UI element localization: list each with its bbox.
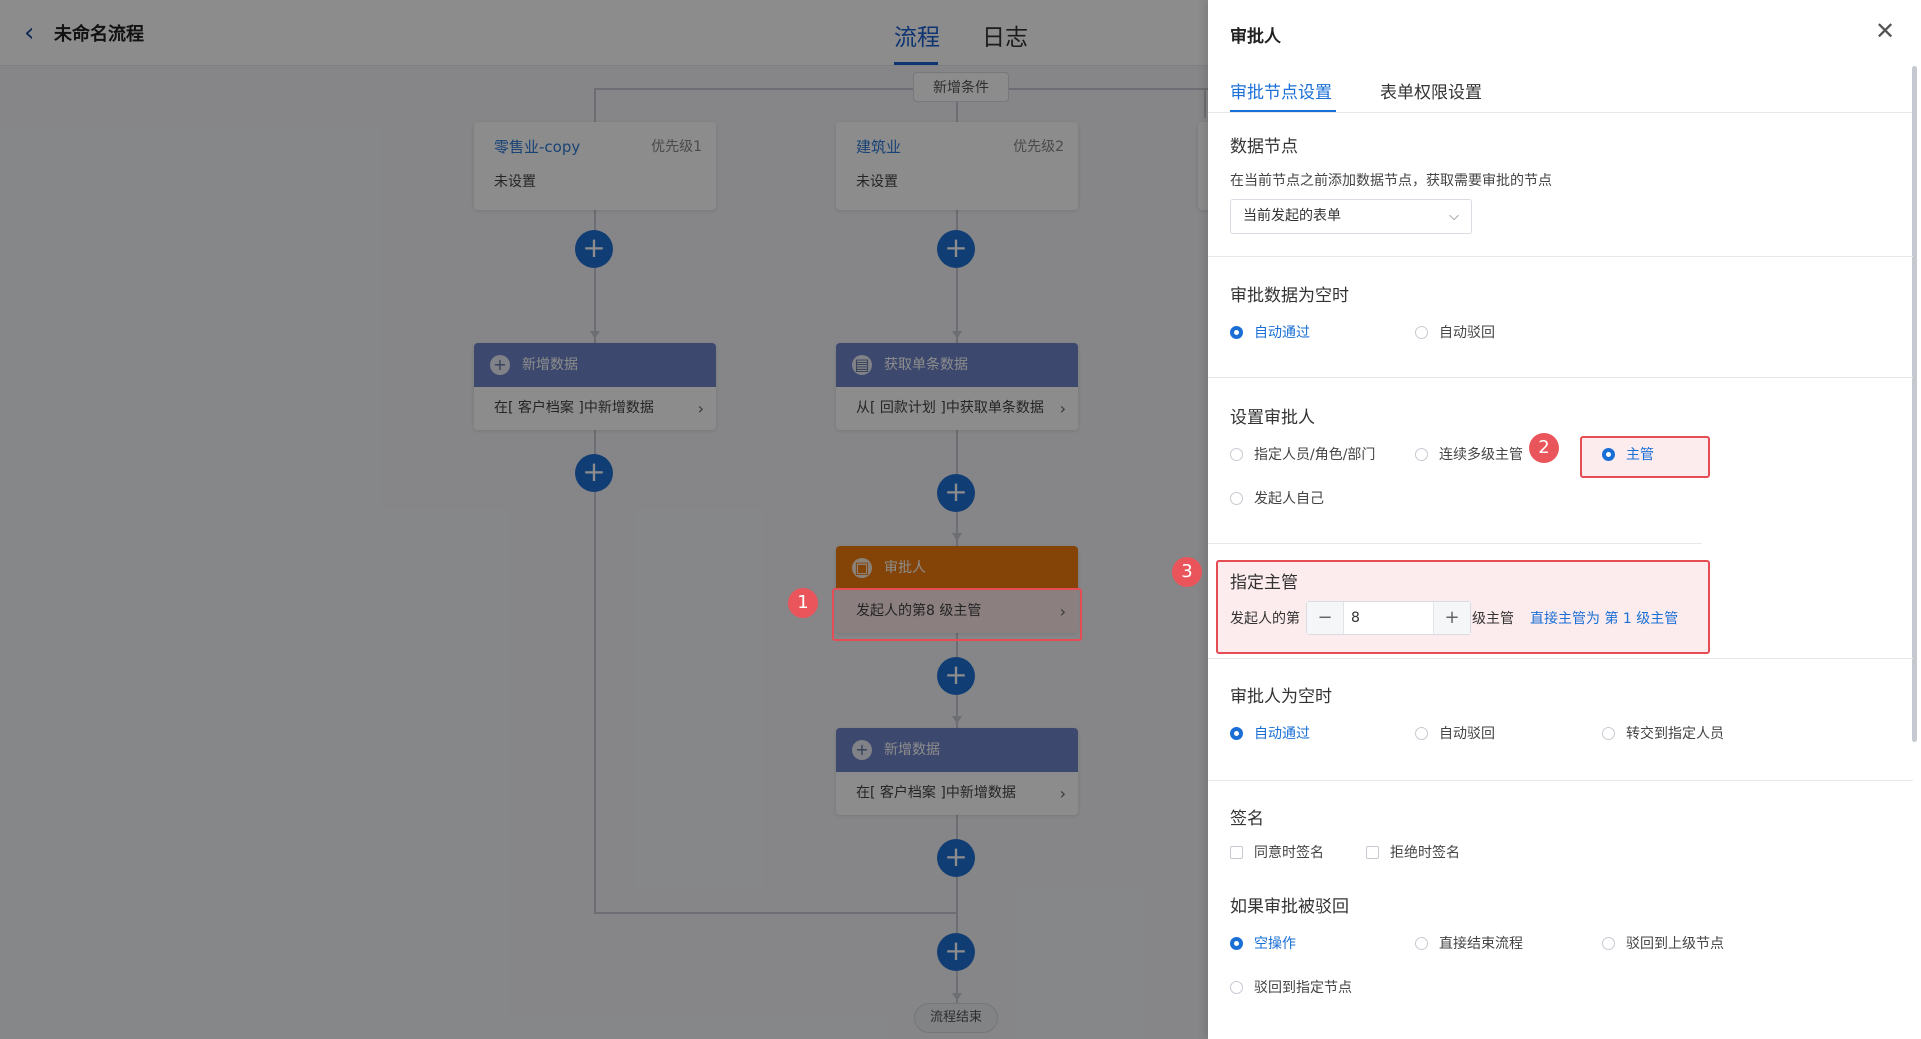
radio-multi-level-supervisors[interactable]: 连续多级主管 (1415, 445, 1523, 465)
chevron-down-icon: ⌵ (1449, 209, 1459, 224)
stepper-value[interactable]: 8 (1351, 602, 1360, 634)
divider (1208, 780, 1913, 781)
modal-overlay[interactable] (0, 0, 1208, 1039)
data-node-select[interactable]: 当前发起的表单 ⌵ (1230, 199, 1472, 234)
scrollbar[interactable] (1912, 66, 1917, 742)
section-desc: 在当前节点之前添加数据节点，获取需要审批的节点 (1230, 173, 1552, 189)
highlight-box (832, 588, 1082, 641)
radio-auto-reject[interactable]: 自动驳回 (1415, 724, 1495, 744)
close-icon[interactable]: ✕ (1872, 18, 1898, 44)
drawer-title: 审批人 (1230, 27, 1281, 47)
radio-initiator-self[interactable]: 发起人自己 (1230, 489, 1324, 509)
annotation-badge: 1 (788, 588, 818, 618)
divider (1208, 112, 1913, 113)
radio-supervisor[interactable]: 主管 (1602, 445, 1654, 465)
supervisor-suffix: 级主管 (1472, 611, 1514, 627)
increment-button[interactable]: + (1433, 602, 1470, 634)
decrement-button[interactable]: − (1307, 602, 1344, 634)
supervisor-prefix: 发起人的第 (1230, 611, 1300, 627)
section-title: 如果审批被驳回 (1230, 897, 1349, 917)
radio-transfer-to-member[interactable]: 转交到指定人员 (1602, 724, 1724, 744)
divider (1208, 543, 1702, 544)
checkbox-sign-on-reject[interactable]: 拒绝时签名 (1366, 843, 1460, 863)
annotation-badge: 3 (1172, 557, 1202, 587)
section-title: 数据节点 (1230, 137, 1298, 157)
divider (1208, 377, 1913, 378)
radio-end-flow[interactable]: 直接结束流程 (1415, 934, 1523, 954)
section-title: 审批数据为空时 (1230, 286, 1349, 306)
section-title: 签名 (1230, 809, 1264, 829)
divider (1208, 658, 1913, 659)
radio-auto-pass[interactable]: 自动通过 (1230, 323, 1310, 343)
checkbox-sign-on-approve[interactable]: 同意时签名 (1230, 843, 1324, 863)
section-title: 审批人为空时 (1230, 687, 1332, 707)
supervisor-hint: 直接主管为 第 1 级主管 (1530, 611, 1679, 627)
radio-no-op[interactable]: 空操作 (1230, 934, 1296, 954)
section-title: 指定主管 (1230, 573, 1298, 593)
radio-auto-reject[interactable]: 自动驳回 (1415, 323, 1495, 343)
tab-approval-settings[interactable]: 审批节点设置 (1230, 78, 1332, 103)
select-value: 当前发起的表单 (1243, 208, 1341, 224)
radio-reject-to-previous[interactable]: 驳回到上级节点 (1602, 934, 1724, 954)
annotation-badge: 2 (1529, 433, 1559, 463)
level-stepper[interactable]: − 8 + (1306, 601, 1471, 635)
radio-reject-to-specified[interactable]: 驳回到指定节点 (1230, 978, 1352, 998)
radio-auto-pass[interactable]: 自动通过 (1230, 724, 1310, 744)
tab-form-permissions[interactable]: 表单权限设置 (1380, 78, 1482, 103)
approver-drawer: 审批人 ✕ 审批节点设置 表单权限设置 数据节点 在当前节点之前添加数据节点，获… (1172, 0, 1921, 1039)
radio-specified-members[interactable]: 指定人员/角色/部门 (1230, 445, 1375, 465)
divider (1208, 256, 1913, 257)
section-title: 设置审批人 (1230, 408, 1315, 428)
